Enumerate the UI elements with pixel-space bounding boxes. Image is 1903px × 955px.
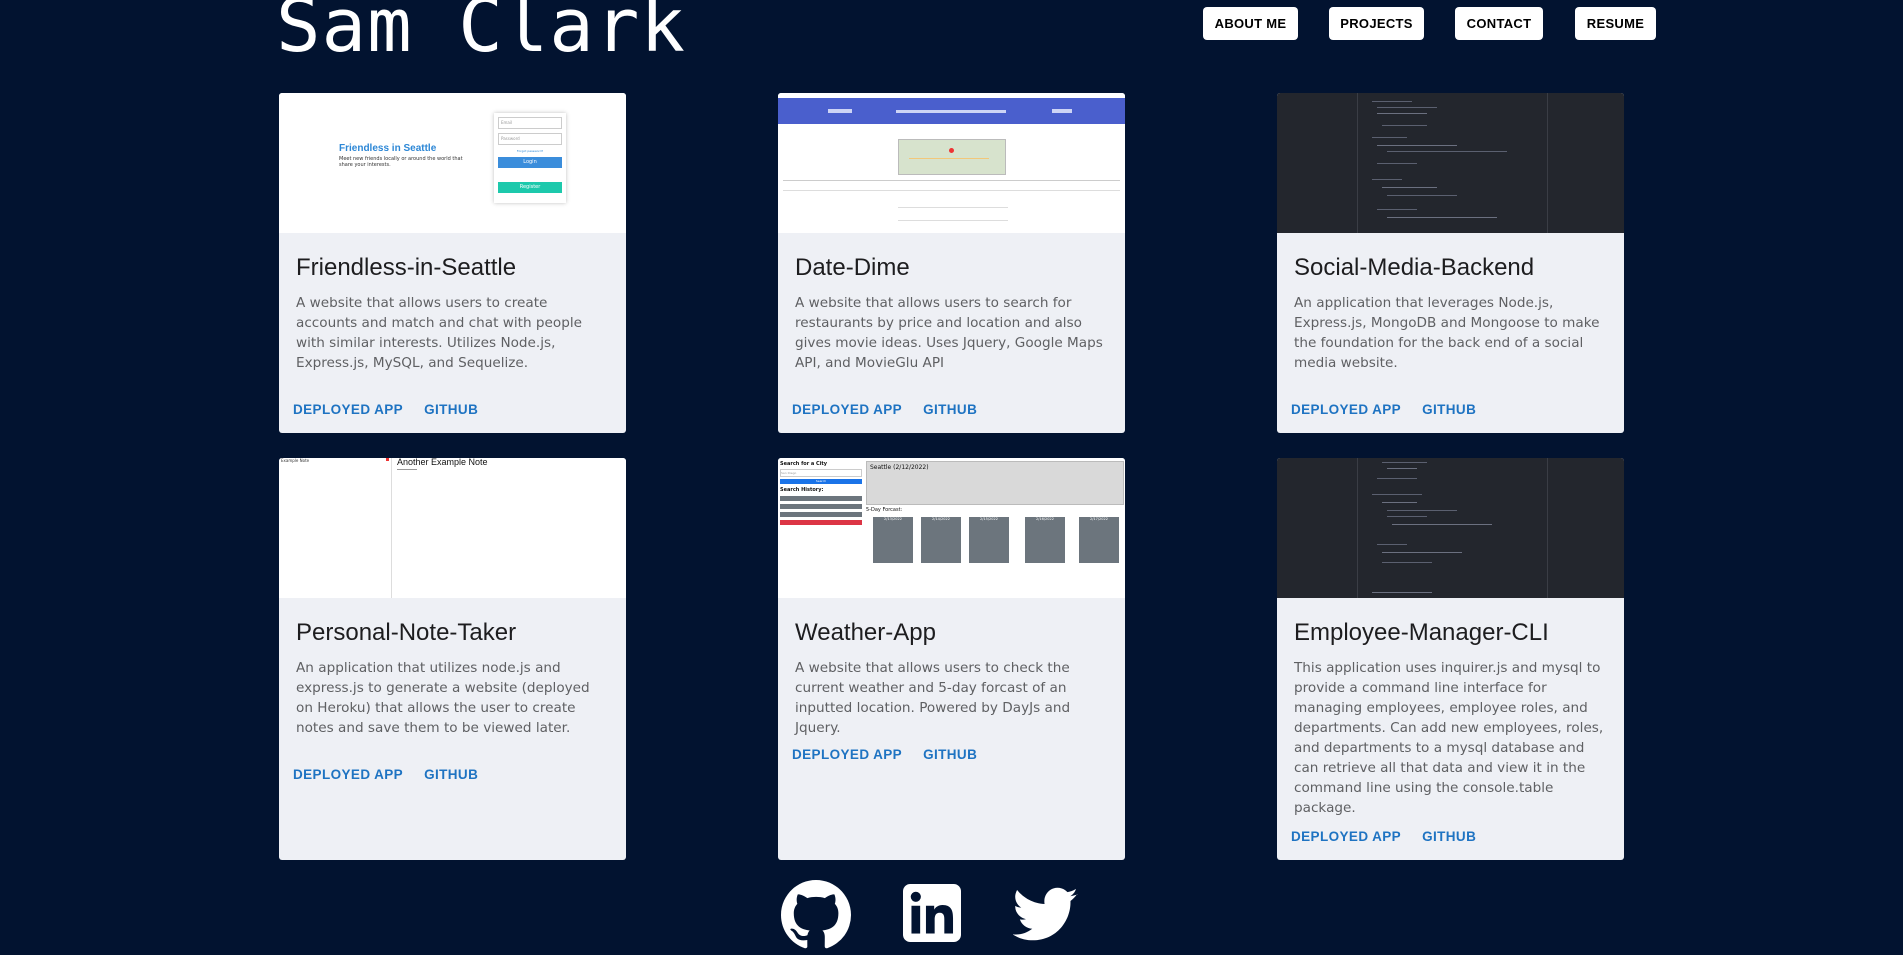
project-links: DEPLOYED APP GITHUB <box>1291 402 1476 417</box>
project-card-note-taker: Example Note Another Example Note Person… <box>279 458 626 860</box>
project-screenshot: Example Note Another Example Note <box>279 458 626 598</box>
project-screenshot <box>778 93 1125 233</box>
project-links: DEPLOYED APP GITHUB <box>792 747 977 762</box>
project-card-date-dime: Date-Dime A website that allows users to… <box>778 93 1125 433</box>
project-title: Weather-App <box>795 619 936 646</box>
about-me-button[interactable]: ABOUT ME <box>1203 7 1298 40</box>
project-card-social-media: Social-Media-Backend An application that… <box>1277 93 1624 433</box>
project-description: A website that allows users to check the… <box>795 660 1071 736</box>
github-link[interactable]: GITHUB <box>1422 829 1476 844</box>
github-link[interactable]: GITHUB <box>923 747 977 762</box>
deployed-app-link[interactable]: DEPLOYED APP <box>792 747 902 762</box>
deployed-app-link[interactable]: DEPLOYED APP <box>792 402 902 417</box>
project-screenshot: Search for a City San Diego Search Searc… <box>778 458 1125 598</box>
deployed-app-link[interactable]: DEPLOYED APP <box>1291 829 1401 844</box>
resume-button[interactable]: RESUME <box>1575 7 1656 40</box>
github-link[interactable]: GITHUB <box>424 767 478 782</box>
project-title: Date-Dime <box>795 254 910 281</box>
project-card-weather: Search for a City San Diego Search Searc… <box>778 458 1125 860</box>
project-description: An application that leverages Node.js, E… <box>1294 295 1600 371</box>
twitter-icon[interactable] <box>1012 887 1079 947</box>
project-links: DEPLOYED APP GITHUB <box>1291 829 1476 844</box>
linkedin-icon[interactable] <box>903 884 961 946</box>
project-description: A website that allows users to create ac… <box>296 295 582 371</box>
github-icon[interactable] <box>781 880 851 954</box>
project-links: DEPLOYED APP GITHUB <box>792 402 977 417</box>
project-card-friendless: Friendless in Seattle Meet new friends l… <box>279 93 626 433</box>
nav-bar: ABOUT ME PROJECTS CONTACT RESUME <box>0 7 1903 41</box>
github-link[interactable]: GITHUB <box>1422 402 1476 417</box>
project-links: DEPLOYED APP GITHUB <box>293 402 478 417</box>
project-screenshot <box>1277 93 1624 233</box>
project-title: Employee-Manager-CLI <box>1294 619 1549 646</box>
project-screenshot <box>1277 458 1624 598</box>
deployed-app-link[interactable]: DEPLOYED APP <box>293 402 403 417</box>
project-title: Friendless-in-Seattle <box>296 254 517 281</box>
project-links: DEPLOYED APP GITHUB <box>293 767 478 782</box>
github-link[interactable]: GITHUB <box>923 402 977 417</box>
project-title: Personal-Note-Taker <box>296 619 517 646</box>
project-description: This application uses inquirer.js and my… <box>1294 660 1604 816</box>
project-description: An application that utilizes node.js and… <box>296 660 590 736</box>
deployed-app-link[interactable]: DEPLOYED APP <box>1291 402 1401 417</box>
contact-button[interactable]: CONTACT <box>1455 7 1543 40</box>
project-screenshot: Friendless in Seattle Meet new friends l… <box>279 93 626 233</box>
github-link[interactable]: GITHUB <box>424 402 478 417</box>
project-description: A website that allows users to search fo… <box>795 295 1103 371</box>
project-title: Social-Media-Backend <box>1294 254 1535 281</box>
deployed-app-link[interactable]: DEPLOYED APP <box>293 767 403 782</box>
project-card-employee-manager: Employee-Manager-CLI This application us… <box>1277 458 1624 860</box>
projects-button[interactable]: PROJECTS <box>1329 7 1424 40</box>
